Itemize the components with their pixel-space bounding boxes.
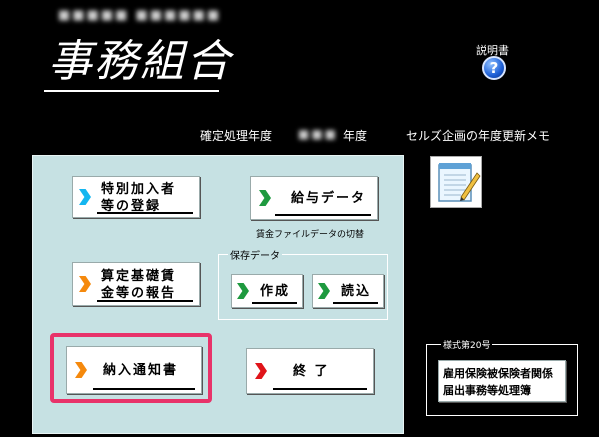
app-title: 事務組合 <box>48 36 232 87</box>
year-suffix: 年度 <box>343 129 368 143</box>
button-underline <box>97 212 193 214</box>
chevron-right-icon <box>237 283 249 299</box>
chevron-right-icon <box>79 189 91 205</box>
calc-base-report-button[interactable]: 算定基礎賃 金等の報告 <box>72 262 200 306</box>
memo-label: セルズ企画の年度更新メモ <box>406 129 551 143</box>
year-value: ■■■ <box>298 127 339 141</box>
calc-base-line1: 算定基礎賃 <box>101 269 177 284</box>
form-20-line2: 届出事務等処理簿 <box>443 384 531 397</box>
notepad-icon[interactable] <box>430 156 482 208</box>
create-label: 作成 <box>260 284 291 299</box>
button-underline <box>333 302 378 304</box>
save-data-group-label: 保存データ <box>228 247 282 262</box>
form-20-label: 様式第20号 <box>441 338 493 351</box>
create-button[interactable]: 作成 <box>231 274 303 308</box>
chevron-right-icon <box>255 363 267 379</box>
wage-file-note: 賃金ファイルデータの切替 <box>256 230 365 240</box>
exit-label: 終 了 <box>293 364 330 379</box>
button-underline <box>252 302 297 304</box>
salary-data-label: 給与データ <box>291 191 367 206</box>
chevron-right-icon <box>79 276 91 292</box>
notepad-icon-graphic <box>438 163 481 202</box>
title-underline <box>44 90 219 92</box>
help-icon[interactable]: ? <box>482 56 506 80</box>
exit-button[interactable]: 終 了 <box>246 348 374 394</box>
year-label: 確定処理年度 <box>200 129 273 143</box>
button-underline <box>273 388 367 390</box>
load-button[interactable]: 読込 <box>312 274 384 308</box>
special-join-button[interactable]: 特別加入者 等の登録 <box>72 176 200 218</box>
button-underline <box>275 214 371 216</box>
chevron-right-icon <box>318 283 330 299</box>
salary-data-button[interactable]: 給与データ <box>250 176 378 220</box>
form-20-button[interactable]: 雇用保険被保険者関係 届出事務等処理簿 <box>438 360 566 402</box>
highlight-frame <box>50 333 212 403</box>
button-underline <box>97 300 193 302</box>
blurred-header-text: ■■■■■ ■■■■■■ <box>58 8 222 23</box>
special-join-line1: 特別加入者 <box>101 182 177 197</box>
load-label: 読込 <box>341 284 372 299</box>
chevron-right-icon <box>259 190 271 206</box>
form-20-line1: 雇用保険被保険者関係 <box>443 367 553 380</box>
